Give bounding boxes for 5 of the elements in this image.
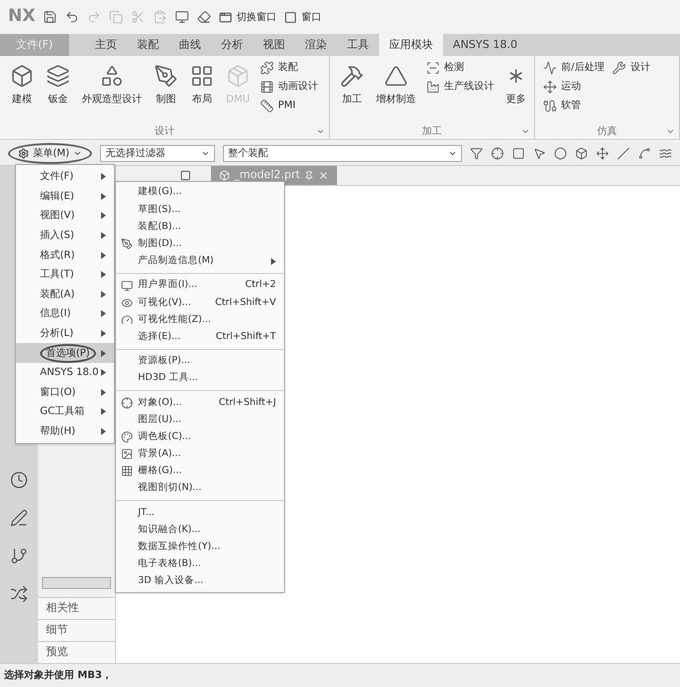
app-logo: NX bbox=[8, 5, 36, 28]
group-title: 仿真 bbox=[597, 124, 617, 138]
group-title: 加工 bbox=[422, 124, 442, 138]
status-text: 选择对象并使用 MB3， bbox=[4, 668, 112, 683]
group-title: 设计 bbox=[154, 124, 174, 138]
